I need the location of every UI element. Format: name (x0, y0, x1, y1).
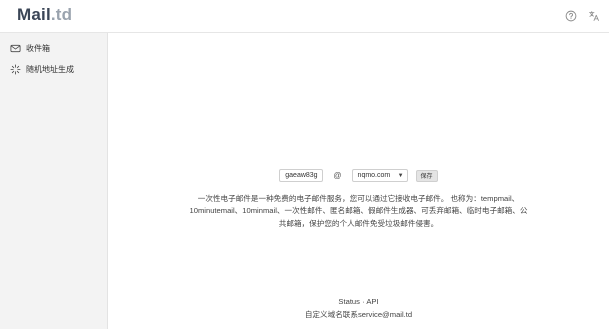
sidebar-item-random-address[interactable]: 随机地址生成 (0, 61, 107, 77)
domain-select-value: nqmo.com (357, 172, 391, 179)
footer-links: Status · API (108, 296, 609, 309)
sidebar-item-inbox[interactable]: 收件箱 (0, 40, 107, 56)
logo-main: Mail (17, 5, 51, 24)
footer-separator: · (362, 297, 365, 306)
contact-text[interactable]: 自定义域名联系service@mail.td (108, 309, 609, 322)
header-actions (563, 8, 601, 23)
sidebar-item-label: 收件箱 (26, 43, 50, 53)
status-link[interactable]: Status (338, 297, 360, 306)
username-input[interactable] (279, 169, 324, 182)
logo[interactable]: Mail.td (17, 5, 72, 25)
sidebar: 收件箱 随机地址生成 (0, 33, 108, 329)
help-circle-icon[interactable] (563, 8, 578, 23)
main-content: @ nqmo.com ▼ 保存 一次性电子邮件是一种免费的电子邮件服务，您可以通… (108, 33, 609, 329)
save-button[interactable]: 保存 (415, 169, 438, 182)
domain-select[interactable]: nqmo.com ▼ (351, 169, 408, 182)
mail-icon (10, 44, 21, 52)
chevron-down-icon: ▼ (397, 172, 404, 179)
translate-icon[interactable] (586, 8, 601, 23)
sparkle-icon (10, 64, 21, 74)
api-link[interactable]: API (366, 297, 378, 306)
logo-suffix: .td (50, 5, 73, 24)
top-header: Mail.td (0, 0, 609, 33)
at-symbol: @ (333, 171, 342, 180)
footer: Status · API 自定义域名联系service@mail.td (108, 296, 609, 321)
sidebar-item-label: 随机地址生成 (26, 64, 74, 74)
address-form: @ nqmo.com ▼ 保存 (108, 169, 609, 182)
service-description: 一次性电子邮件是一种免费的电子邮件服务，您可以通过它接收电子邮件。 也称为：te… (189, 194, 528, 228)
